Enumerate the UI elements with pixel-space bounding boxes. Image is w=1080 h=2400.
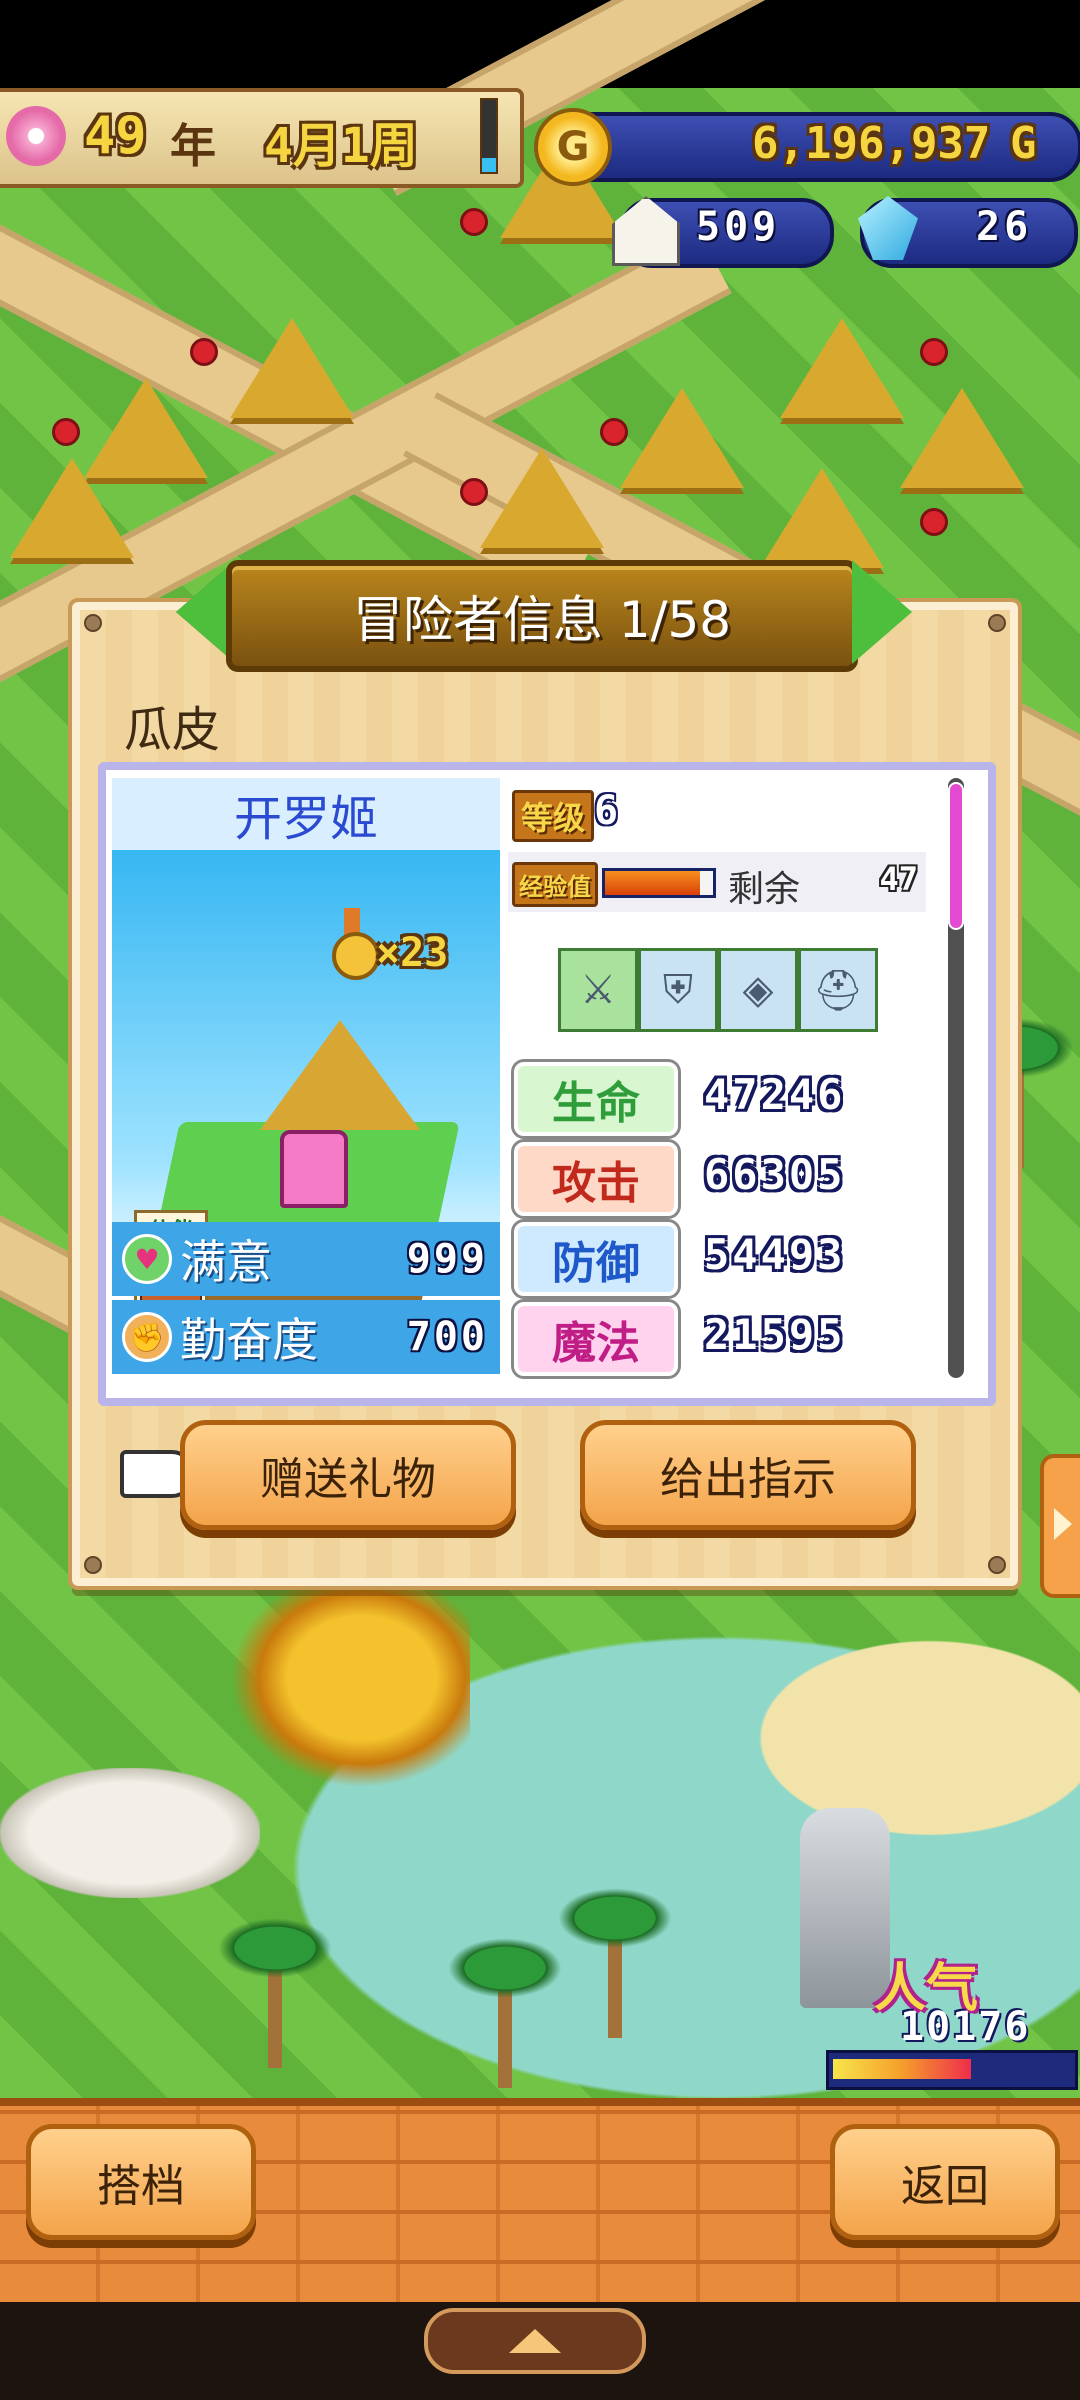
gold-amount: 6,196,937	[752, 118, 991, 169]
red-flag	[600, 418, 628, 446]
year-number: 49	[84, 106, 147, 166]
time-gauge	[480, 98, 498, 174]
diligence-label: 勤奋度	[180, 1313, 318, 1367]
hut-sprite	[260, 1020, 420, 1130]
satisfaction-value: 999	[406, 1236, 488, 1282]
straw-hut[interactable]	[780, 318, 904, 418]
back-button[interactable]: 返回	[830, 2124, 1060, 2240]
portrait-column: 开罗姬 ×23 伙伴 ♥ 满意 999 ✊ 勤奋度 700	[112, 778, 500, 1374]
job-name: 开罗姬	[112, 778, 500, 850]
scroll-thumb[interactable]	[948, 782, 964, 930]
fist-icon: ✊	[122, 1312, 172, 1362]
satisfaction-label: 满意	[180, 1235, 272, 1289]
exp-remaining-value: 47	[879, 860, 918, 898]
partner-button[interactable]: 搭档	[26, 2124, 256, 2240]
palm-tree	[218, 1918, 332, 2068]
attribute-label: 魔法	[514, 1302, 678, 1376]
satisfaction-row: ♥ 满意 999	[112, 1222, 500, 1296]
adventurer-sprite	[280, 1130, 348, 1208]
adventurer-name[interactable]: 瓜皮	[124, 690, 220, 760]
medal-count: ×23	[376, 930, 449, 976]
dust-cloud	[0, 1768, 260, 1898]
straw-hut[interactable]	[620, 388, 744, 488]
diligence-value: 700	[406, 1314, 488, 1360]
rivet	[988, 1556, 1006, 1574]
shield-icon[interactable]: ◈	[718, 948, 798, 1032]
straw-hut[interactable]	[230, 318, 354, 418]
straw-hut[interactable]	[900, 388, 1024, 488]
armor-icon[interactable]: ⛨	[638, 948, 718, 1032]
exp-row: 经验值 剩余 47	[508, 852, 926, 912]
exp-label: 经验值	[512, 862, 598, 907]
gold-unit: G	[1010, 118, 1037, 169]
red-flag	[460, 478, 488, 506]
flower-icon	[6, 106, 66, 166]
sword-icon[interactable]: ⚔	[558, 948, 638, 1032]
straw-hut[interactable]	[480, 448, 604, 548]
medal-icon	[332, 932, 380, 980]
exp-bar	[602, 868, 716, 898]
exp-remaining-label: 剩余	[728, 869, 801, 910]
straw-hut[interactable]	[10, 458, 134, 558]
diligence-row: ✊ 勤奋度 700	[112, 1300, 500, 1374]
popularity-bar	[826, 2050, 1078, 2090]
level-label: 等级	[512, 790, 595, 842]
year-suffix: 年	[170, 119, 216, 173]
helmet-icon[interactable]: ⛑	[798, 948, 878, 1032]
attribute-label: 防御	[514, 1222, 678, 1296]
rivet	[84, 1556, 102, 1574]
attribute-value: 54493	[704, 1230, 846, 1279]
red-flag	[920, 338, 948, 366]
straw-hut[interactable]	[760, 468, 884, 568]
red-flag	[460, 208, 488, 236]
give-gift-button[interactable]: 赠送礼物	[180, 1420, 516, 1530]
crystal-count: 26	[976, 204, 1033, 250]
palm-tree	[448, 1938, 562, 2088]
equipment-slots: ⚔ ⛨ ◈ ⛑	[558, 948, 878, 1032]
gold-coin-icon: G	[534, 108, 612, 186]
attribute-value: 47246	[704, 1070, 846, 1119]
up-arrow-icon	[509, 2329, 561, 2353]
attribute-label: 攻击	[514, 1142, 678, 1216]
attribute-label: 生命	[514, 1062, 678, 1136]
heart-icon: ♥	[122, 1234, 172, 1284]
adventurer-party-sprite[interactable]	[230, 1588, 470, 1788]
red-flag	[920, 508, 948, 536]
side-expand-tab[interactable]	[1040, 1454, 1080, 1598]
exp-bar-fill	[605, 871, 701, 895]
date-panel: 49 年 4月1周	[0, 88, 524, 188]
attribute-value: 66305	[704, 1150, 846, 1199]
expand-menu-handle[interactable]	[424, 2308, 646, 2374]
palm-tree	[558, 1888, 672, 2038]
popularity-bar-fill	[833, 2059, 971, 2079]
red-flag	[190, 338, 218, 366]
next-adventurer-arrow[interactable]	[852, 560, 912, 664]
give-instruction-button[interactable]: 给出指示	[580, 1420, 916, 1530]
rivet	[84, 614, 102, 632]
popularity-value: 10176	[900, 2004, 1031, 2050]
dialog-title: 冒险者信息 1/58	[226, 560, 858, 672]
attribute-value: 21595	[704, 1310, 846, 1359]
info-scrollbar[interactable]	[948, 778, 964, 1378]
rivet	[988, 614, 1006, 632]
level-value: 6	[594, 788, 619, 834]
population-count: 509	[696, 204, 781, 250]
month-week: 4月1周	[264, 118, 418, 174]
red-flag	[52, 418, 80, 446]
